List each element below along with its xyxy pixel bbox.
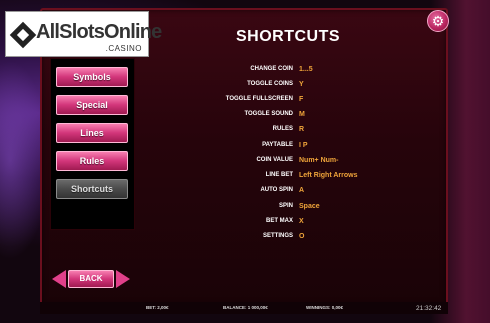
shortcut-key: X — [299, 218, 304, 225]
shortcut-label: TOGGLE FULLSCREEN — [225, 96, 293, 102]
shortcut-label: CHANGE COIN — [250, 66, 293, 72]
sidebar-item-shortcuts[interactable]: Shortcuts — [56, 179, 128, 199]
arrow-right-icon[interactable] — [116, 270, 130, 288]
shortcut-label: BET MAX — [266, 218, 293, 224]
settings-button[interactable]: ⚙ — [427, 10, 449, 32]
shortcut-label: SETTINGS — [262, 233, 293, 239]
winnings-display: WINNINGS: 0,00€ — [306, 305, 344, 310]
shortcut-label: TOGGLE COINS — [247, 81, 293, 87]
back-button[interactable]: BACK — [68, 270, 114, 288]
shortcut-label: RULES — [272, 126, 293, 132]
status-bar: BET: 2,00€ BALANCE: 1 000,00€ WINNINGS: … — [40, 302, 448, 314]
shortcut-row: PAYTABLE I P — [200, 142, 400, 154]
arrow-left-icon[interactable] — [52, 270, 66, 288]
sidebar-item-special[interactable]: Special — [56, 95, 128, 115]
sidebar-item-symbols[interactable]: Symbols — [56, 67, 128, 87]
shortcut-key: F — [299, 96, 304, 103]
shortcut-label: LINE BET — [265, 172, 293, 178]
shortcut-key: Y — [299, 81, 304, 88]
balance-display: BALANCE: 1 000,00€ — [223, 305, 268, 310]
shortcut-key: Left Right Arrows — [299, 172, 358, 179]
shortcut-key: O — [299, 233, 305, 240]
shortcut-key: M — [299, 111, 305, 118]
shortcut-row: COIN VALUE Num+ Num- — [200, 157, 400, 169]
logo-diamond-icon — [9, 21, 37, 49]
shortcut-key: Num+ Num- — [299, 157, 339, 164]
logo-subtext: .CASINO — [105, 44, 142, 53]
shortcut-label: AUTO SPIN — [260, 187, 293, 193]
sidebar-item-lines[interactable]: Lines — [56, 123, 128, 143]
shortcut-row: SETTINGS O — [200, 233, 400, 245]
shortcut-key: R — [299, 126, 305, 133]
shortcut-row: TOGGLE COINS Y — [200, 81, 400, 93]
shortcut-row: CHANGE COIN 1...5 — [200, 66, 400, 78]
logo-text: AllSlotsOnline — [36, 21, 162, 43]
shortcut-label: TOGGLE SOUND — [244, 111, 293, 117]
back-control: BACK — [52, 266, 130, 292]
shortcut-row: SPIN Space — [200, 203, 400, 215]
sidebar-item-rules[interactable]: Rules — [56, 151, 128, 171]
shortcut-key: I P — [299, 142, 308, 149]
shortcut-key: A — [299, 187, 305, 194]
help-sidebar: Symbols Special Lines Rules Shortcuts — [50, 58, 135, 230]
gear-icon: ⚙ — [431, 12, 445, 29]
casino-logo: AllSlotsOnline .CASINO — [5, 11, 162, 57]
page-title: SHORTCUTS — [235, 28, 341, 45]
shortcut-row: AUTO SPIN A — [200, 187, 400, 199]
clock-time: 21:32:42 — [416, 305, 442, 312]
shortcut-label: SPIN — [278, 203, 293, 209]
shortcut-row: TOGGLE SOUND M — [200, 111, 400, 123]
shortcut-row: LINE BET Left Right Arrows — [200, 172, 400, 184]
shortcut-key: Space — [299, 203, 320, 210]
shortcut-label: PAYTABLE — [262, 142, 293, 148]
shortcut-row: TOGGLE FULLSCREEN F — [200, 96, 400, 108]
shortcut-label: COIN VALUE — [256, 157, 293, 163]
shortcut-key: 1...5 — [299, 66, 313, 73]
bet-display: BET: 2,00€ — [146, 305, 169, 310]
shortcut-row: RULES R — [200, 126, 400, 138]
shortcut-row: BET MAX X — [200, 218, 400, 230]
